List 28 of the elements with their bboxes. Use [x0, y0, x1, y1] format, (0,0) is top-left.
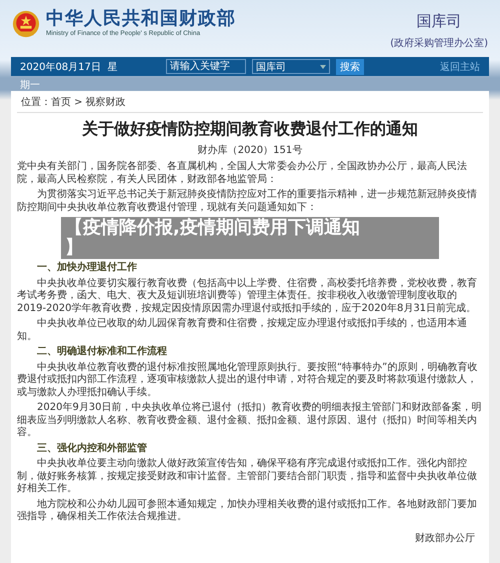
- site-title: 中华人民共和国财政部: [46, 8, 236, 30]
- signature: 财政部办公厅: [414, 532, 476, 544]
- date-text: 2020年08月17日 星: [20, 60, 118, 74]
- paragraph: 2020年9月30日前，中央执收单位将已退付（抵扣）教育收费的明细表报主管部门和财政部备案，明细表应当列明缴款人名称、教育收费金额、退付金额、抵扣金额、退付原因、退付（抵扣）时间等相关内容。: [17, 402, 483, 440]
- emblem-icon: [12, 10, 40, 38]
- department-name: 国库司: [416, 12, 463, 30]
- paragraph: 为贯彻落实习近平总书记关于新冠肺炎疫情防控应对工作的重要指示精神，进一步规范新冠肺炎疫情防控期间中央执收单位教育收费退付管理，现就有关问题通知如下：: [17, 189, 478, 214]
- paragraph: 中央执收单位要主动向缴款人做好政策宣传告知，确保平稳有序完成退付或抵扣工作。强化内部控制，做好账务核算，按规定接受财政和审计监督。主管部门要结合部门职责，指导和监督中央执收单位做好相关工作。: [17, 458, 478, 496]
- section-heading: 三、强化内控和外部监管: [36, 442, 148, 455]
- home-link[interactable]: 返回主站: [440, 60, 480, 74]
- search-field[interactable]: 请输入关键字: [166, 59, 246, 74]
- salutation-text: 党中央有关部门，国务院各部委、各直属机构，全国人大常委会办公厅，全国政协办公厅，最高人民法院，最高人民检察院，有关人民团体，财政部各地监管局：: [17, 161, 468, 186]
- date-text: 期一: [19, 78, 41, 91]
- paragraph: 中央执收单位要切实履行教育收费（包括高中以上学费、住宿费，高校委托培养费，党校收费，教育考试考务费，函大、电大、夜大及短训班培训费等）管理主体责任。按非税收入收缴管理制度收取的2019-2020学年教育收费，按规定因疫情原因需办理退付或抵扣手续的，应于2020年8月31日前完成。: [17, 278, 478, 315]
- section-heading: 一、加快办理退付工作: [36, 262, 138, 274]
- search-button[interactable]: 搜索: [336, 58, 364, 74]
- article-title: 关于做好疫情防控期间教育收费退付工作的通知: [80, 119, 419, 140]
- paragraph: 中央执收单位已收取的幼儿园保育教育费和住宿费，按规定应办理退付或抵扣手续的，也适用本通知。: [17, 318, 468, 343]
- caret-icon: [320, 64, 326, 68]
- breadcrumb: 位置：首页 > 视察财政: [20, 96, 127, 110]
- department-note: (政府采购管理办公室): [390, 36, 488, 50]
- caption-text: 【疫情降价报,疫情期间费用下调通知: [65, 218, 361, 238]
- caption-text: 】: [65, 238, 84, 258]
- paragraph: 地方院校和公办幼儿园可参照本通知规定，加快办理相关收费的退付或抵扣工作。各地财政部门要加强指导，确保相关工作依法合规推进。: [17, 498, 478, 524]
- document-number: 财办库（2020）151号: [196, 144, 304, 157]
- section-heading: 二、明确退付标准和工作流程: [36, 346, 168, 358]
- scope-dropdown[interactable]: 国库司: [252, 59, 330, 74]
- paragraph: 中央执收单位教育收费的退付标准按照属地化管理原则执行。要按照“特事特办”的原则，明确教育收费退付或抵扣内部工作流程，逐项审核缴款人提出的退付申请，对符合规定的要及时将款项退付缴款人，或与缴款人办理抵扣确认手续。: [17, 362, 478, 399]
